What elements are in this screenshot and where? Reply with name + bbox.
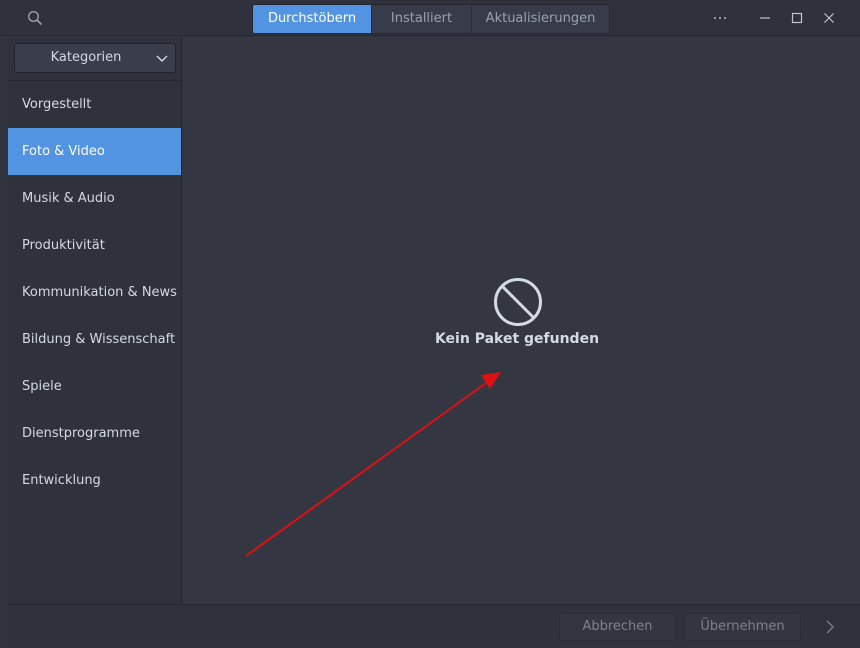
sidebar-item-foto-video[interactable]: Foto & Video [8, 128, 181, 175]
red-arrow [245, 372, 501, 557]
more-horizontal-icon[interactable] [710, 8, 730, 28]
sidebar-item-bildung-wissenschaft[interactable]: Bildung & Wissenschaft [8, 316, 181, 363]
footer-bar: Abbrechen Übernehmen [8, 604, 860, 648]
search-icon[interactable] [26, 9, 44, 27]
tab-aktualisierungen[interactable]: Aktualisierungen [471, 5, 609, 33]
cancel-button[interactable]: Abbrechen [559, 613, 676, 641]
view-tabs: Durchstöbern Installiert Aktualisierunge… [252, 4, 610, 34]
content-area: Kein Paket gefunden [183, 37, 860, 604]
sidebar-item-vorgestellt[interactable]: Vorgestellt [8, 81, 181, 128]
header-bar: Durchstöbern Installiert Aktualisierunge… [0, 0, 860, 36]
chevron-right-icon[interactable] [822, 619, 838, 635]
category-list: Vorgestellt Foto & Video Musik & Audio P… [8, 81, 181, 504]
category-dropdown-label: Kategorien [50, 50, 122, 65]
sidebar-item-entwicklung[interactable]: Entwicklung [8, 457, 181, 504]
sidebar-item-musik-audio[interactable]: Musik & Audio [8, 175, 181, 222]
maximize-icon[interactable] [787, 8, 807, 28]
sidebar-item-dienstprogramme[interactable]: Dienstprogramme [8, 410, 181, 457]
chevron-down-icon [155, 51, 169, 65]
minimize-icon[interactable] [755, 8, 775, 28]
close-icon[interactable] [819, 8, 839, 28]
category-sidebar: Kategorien Vorgestellt Foto & Video Musi… [8, 37, 182, 604]
sidebar-item-produktivitaet[interactable]: Produktivität [8, 222, 181, 269]
tab-installiert[interactable]: Installiert [371, 5, 471, 33]
apply-button[interactable]: Übernehmen [684, 613, 801, 641]
sidebar-item-kommunikation-news[interactable]: Kommunikation & News [8, 269, 181, 316]
sidebar-item-spiele[interactable]: Spiele [8, 363, 181, 410]
tab-durchstoebern[interactable]: Durchstöbern [253, 5, 371, 33]
category-dropdown[interactable]: Kategorien [14, 43, 176, 73]
